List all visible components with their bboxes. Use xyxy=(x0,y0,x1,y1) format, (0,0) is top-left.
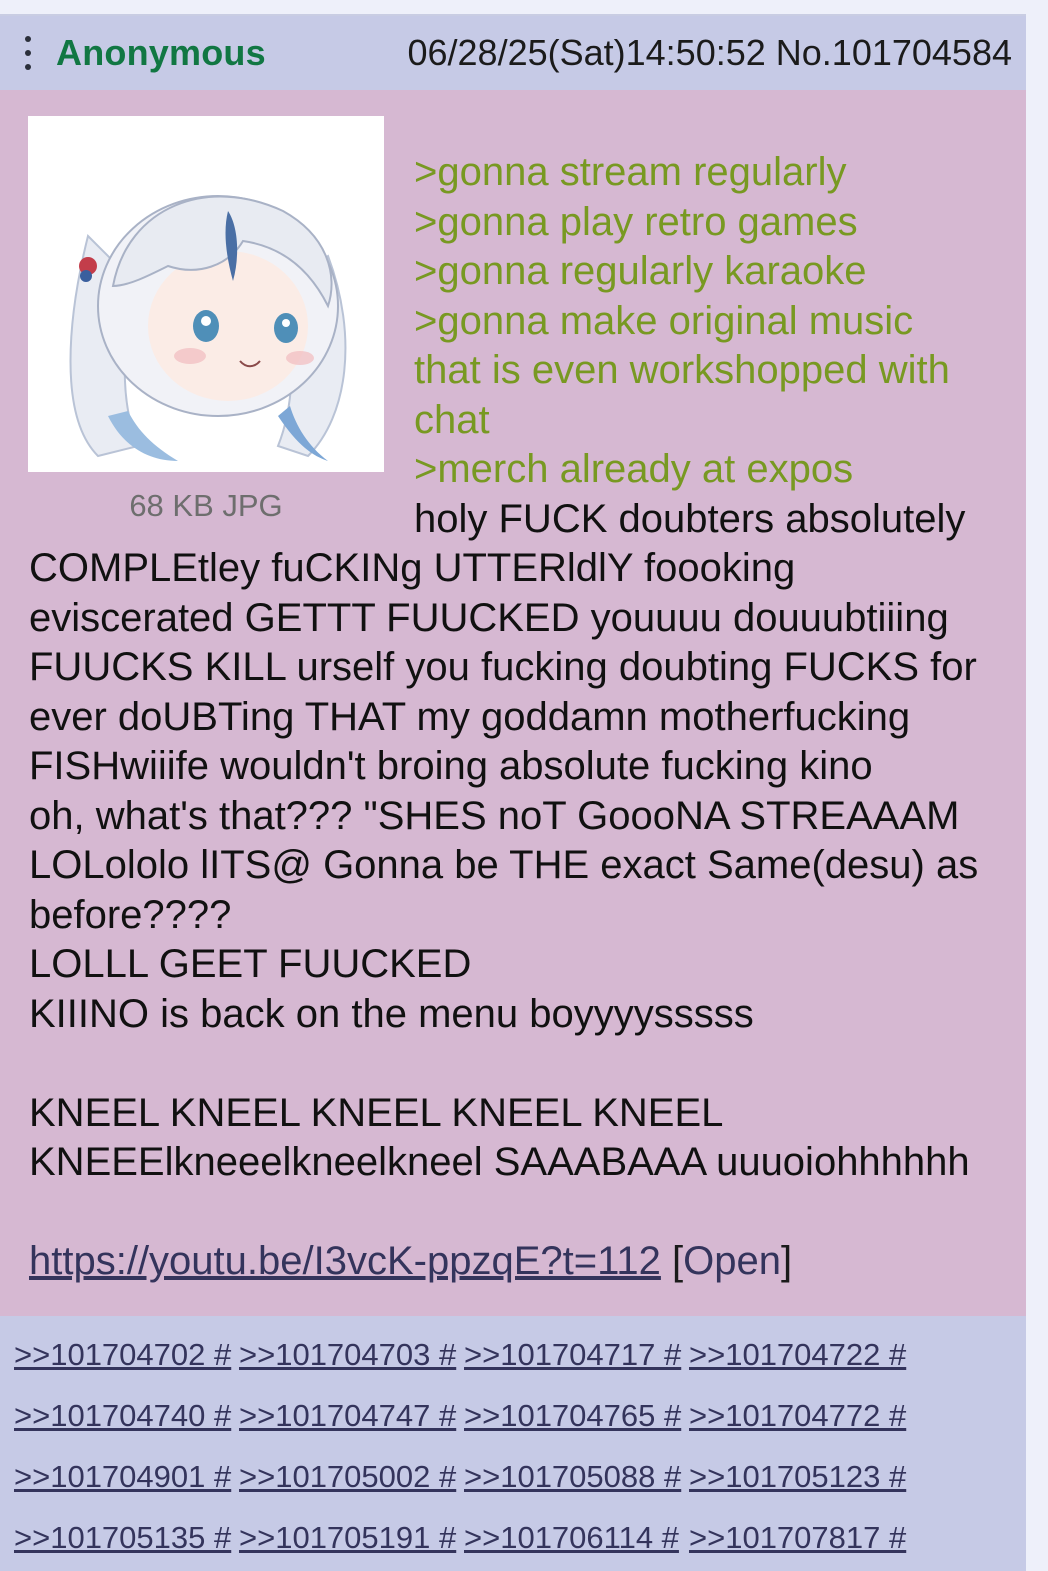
youtube-link[interactable]: https://youtu.be/I3vcK-ppzqE?t=112 xyxy=(29,1239,661,1283)
post-datetime: 06/28/25(Sat)14:50:52 xyxy=(407,32,766,73)
body-line: LOLLL GEET FUUCKED xyxy=(29,942,472,986)
greentext-line: >gonna regularly karaoke xyxy=(414,249,867,293)
reply-link[interactable]: >>101704772 # xyxy=(689,1395,914,1436)
post-thumbnail[interactable] xyxy=(28,116,384,472)
post: Anonymous 06/28/25(Sat)14:50:52 No.10170… xyxy=(0,16,1026,1571)
open-bracket-left: [ xyxy=(672,1239,684,1283)
reply-link[interactable]: >>101704765 # xyxy=(464,1395,689,1436)
reply-link[interactable]: >>101704717 # xyxy=(464,1334,689,1375)
poster-name: Anonymous xyxy=(56,32,266,73)
body-line: before???? xyxy=(29,892,232,937)
post-body-first-line: holy FUCK doubters absolutely xyxy=(414,497,966,541)
reply-link[interactable]: >>101704703 # xyxy=(239,1334,464,1375)
anime-girl-thumbnail-image xyxy=(28,116,384,472)
greentext-line: >merch already at expos xyxy=(414,447,854,491)
body-line: ever doUBTing THAT my goddamn motherfuck… xyxy=(29,694,911,739)
reply-link[interactable]: >>101705002 # xyxy=(239,1456,464,1497)
reply-link[interactable]: >>101704901 # xyxy=(14,1456,239,1497)
body-line: eviscerated GETTT FUUCKED youuuu douuubt… xyxy=(29,595,949,640)
body-line: oh, what's that??? "SHES noT GoooNA STRE… xyxy=(29,793,960,838)
post-meta: 06/28/25(Sat)14:50:52 No.101704584 xyxy=(407,32,1012,74)
greentext-block: >gonna stream regularly >gonna play retr… xyxy=(414,148,1014,495)
post-header: Anonymous 06/28/25(Sat)14:50:52 No.10170… xyxy=(0,16,1026,90)
reply-link[interactable]: >>101705135 # xyxy=(14,1517,239,1558)
greentext-line: >gonna stream regularly xyxy=(414,150,847,194)
body-line: KIIINO is back on the menu boyyyysssss xyxy=(29,991,754,1036)
body-line: LOLololo lITS@ Gonna be THE exact Same(d… xyxy=(29,843,979,887)
reply-link[interactable]: >>101704740 # xyxy=(14,1395,239,1436)
open-bracket-right: ] xyxy=(781,1239,793,1283)
post-number[interactable]: No.101704584 xyxy=(776,32,1012,73)
reply-link[interactable]: >>101707817 # xyxy=(689,1517,914,1558)
body-line: COMPLEtley fuCKINg UTTERldlY foooking xyxy=(29,546,796,590)
reply-link[interactable]: >>101705088 # xyxy=(464,1456,689,1497)
greentext-line: that is even workshopped with xyxy=(414,348,950,392)
open-link-button[interactable]: Open xyxy=(683,1239,781,1283)
reply-link[interactable]: >>101705123 # xyxy=(689,1456,914,1497)
body-line: KNEEL KNEEL KNEEL KNEEL KNEEL xyxy=(29,1090,724,1135)
body-line: KNEEElkneeelkneelkneel SAAABAAA uuuoiohh… xyxy=(29,1140,970,1184)
previous-post-edge xyxy=(0,0,1026,16)
greentext-line: chat xyxy=(414,397,490,442)
reply-links-grid: >>101704702 # >>101704703 # >>101704717 … xyxy=(14,1334,914,1558)
body-line: FISHwiiife wouldn't broing absolute fuck… xyxy=(29,744,873,788)
post-body: COMPLEtley fuCKINg UTTERldlY foooking ev… xyxy=(29,544,1019,1188)
replies-section: >>101704702 # >>101704703 # >>101704717 … xyxy=(0,1316,1026,1571)
reply-link[interactable]: >>101704702 # xyxy=(14,1334,239,1375)
reply-link[interactable]: >>101704722 # xyxy=(689,1334,914,1375)
reply-link[interactable]: >>101704747 # xyxy=(239,1395,464,1436)
post-file: 68 KB JPG xyxy=(28,116,384,524)
link-row: https://youtu.be/I3vcK-ppzqE?t=112 [Open… xyxy=(29,1236,792,1286)
reply-link[interactable]: >>101705191 # xyxy=(239,1517,464,1558)
file-info: 68 KB JPG xyxy=(129,488,283,523)
body-line: FUUCKS KILL urself you fucking doubting … xyxy=(29,645,977,689)
greentext-line: >gonna make original music xyxy=(414,298,914,343)
greentext-line: >gonna play retro games xyxy=(414,199,858,244)
body-blank-line xyxy=(29,1039,1019,1089)
post-menu-icon[interactable] xyxy=(0,16,56,90)
reply-link[interactable]: >>101706114 # xyxy=(464,1517,689,1558)
